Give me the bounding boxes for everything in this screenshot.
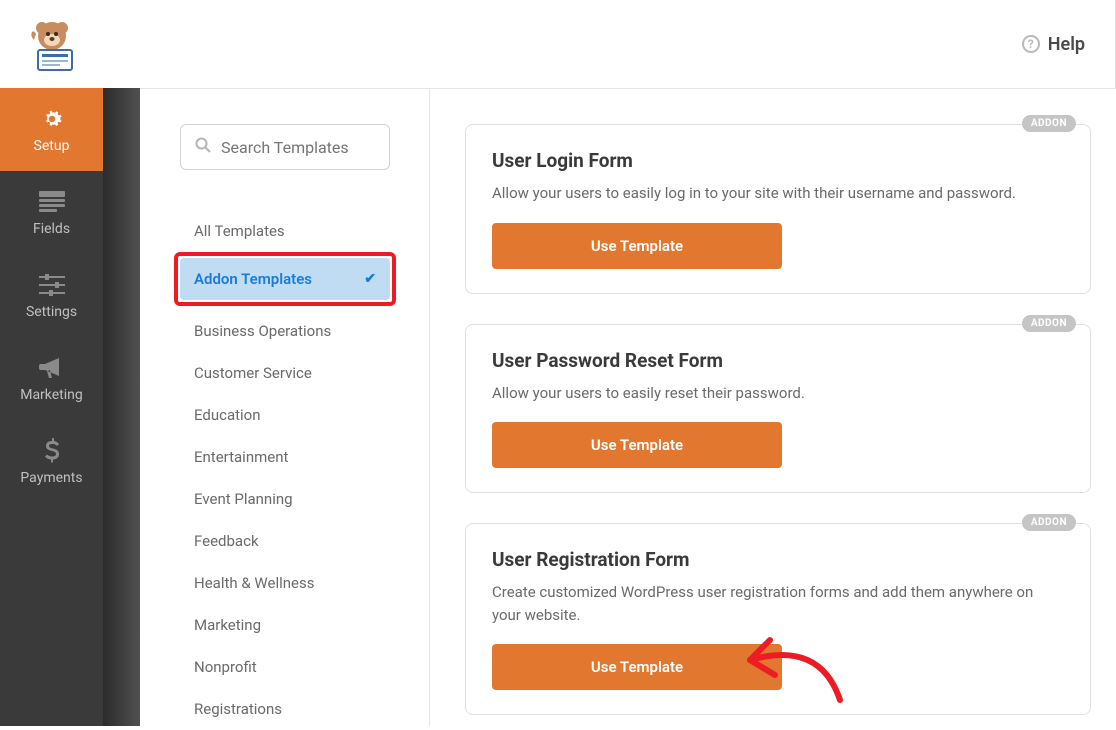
category-all-templates[interactable]: All Templates — [180, 210, 390, 252]
template-title: User Login Form — [492, 149, 1064, 172]
search-box[interactable] — [180, 124, 390, 170]
nav-marketing[interactable]: Marketing — [0, 337, 103, 420]
template-description: Create customized WordPress user registr… — [492, 581, 1064, 626]
template-card-user-login: ADDON User Login Form Allow your users t… — [465, 124, 1091, 294]
logo-area — [0, 0, 103, 88]
addon-badge: ADDON — [1022, 115, 1076, 132]
megaphone-icon — [39, 355, 65, 381]
use-template-button[interactable]: Use Template — [492, 644, 782, 690]
addon-badge: ADDON — [1022, 514, 1076, 531]
wpforms-logo — [24, 16, 80, 72]
template-title: User Registration Form — [492, 548, 1064, 571]
help-button[interactable]: ? Help — [1022, 34, 1085, 55]
nav-label: Payments — [20, 470, 82, 486]
category-health-wellness[interactable]: Health & Wellness — [180, 562, 390, 604]
main-panel: All Templates Addon Templates ✔ Business… — [140, 88, 1116, 726]
category-customer-service[interactable]: Customer Service — [180, 352, 390, 394]
templates-list: ADDON User Login Form Allow your users t… — [430, 89, 1116, 726]
template-description: Allow your users to easily reset their p… — [492, 382, 1064, 405]
help-label: Help — [1048, 34, 1085, 55]
category-list: All Templates Addon Templates ✔ Business… — [180, 210, 429, 730]
dollar-icon — [39, 438, 65, 464]
use-template-button[interactable]: Use Template — [492, 223, 782, 269]
gear-icon — [39, 106, 65, 132]
category-feedback[interactable]: Feedback — [180, 520, 390, 562]
annotation-highlight: Addon Templates ✔ — [174, 252, 396, 306]
category-business-operations[interactable]: Business Operations — [180, 310, 390, 352]
nav-fields[interactable]: Fields — [0, 171, 103, 254]
template-description: Allow your users to easily log in to you… — [492, 182, 1064, 205]
check-icon: ✔ — [364, 271, 376, 287]
use-template-button[interactable]: Use Template — [492, 422, 782, 468]
nav-payments[interactable]: Payments — [0, 420, 103, 503]
help-icon: ? — [1022, 35, 1040, 53]
topbar: ? Help — [140, 0, 1116, 88]
template-categories-panel: All Templates Addon Templates ✔ Business… — [140, 89, 430, 726]
search-input[interactable] — [221, 138, 424, 157]
category-education[interactable]: Education — [180, 394, 390, 436]
category-nonprofit[interactable]: Nonprofit — [180, 646, 390, 688]
nav-label: Setup — [34, 138, 70, 154]
nav-settings[interactable]: Settings — [0, 254, 103, 337]
category-addon-templates[interactable]: Addon Templates ✔ — [180, 258, 390, 300]
category-marketing[interactable]: Marketing — [180, 604, 390, 646]
category-event-planning[interactable]: Event Planning — [180, 478, 390, 520]
nav-label: Settings — [26, 304, 77, 320]
template-card-user-registration: ADDON User Registration Form Create cust… — [465, 523, 1091, 715]
app-sidebar: Setup Fields Settings Marketing Payments — [0, 0, 103, 726]
category-registrations[interactable]: Registrations — [180, 688, 390, 730]
nav-label: Marketing — [20, 387, 83, 403]
sidebar-shadow — [103, 88, 140, 726]
search-icon — [195, 137, 211, 157]
template-card-password-reset: ADDON User Password Reset Form Allow you… — [465, 324, 1091, 494]
template-title: User Password Reset Form — [492, 349, 1064, 372]
sliders-icon — [39, 272, 65, 298]
content-area: ? Help All Templates Addon Templates ✔ — [140, 0, 1116, 726]
nav-setup[interactable]: Setup — [0, 88, 103, 171]
form-fields-icon — [39, 189, 65, 215]
category-entertainment[interactable]: Entertainment — [180, 436, 390, 478]
addon-badge: ADDON — [1022, 315, 1076, 332]
nav-label: Fields — [33, 221, 70, 237]
